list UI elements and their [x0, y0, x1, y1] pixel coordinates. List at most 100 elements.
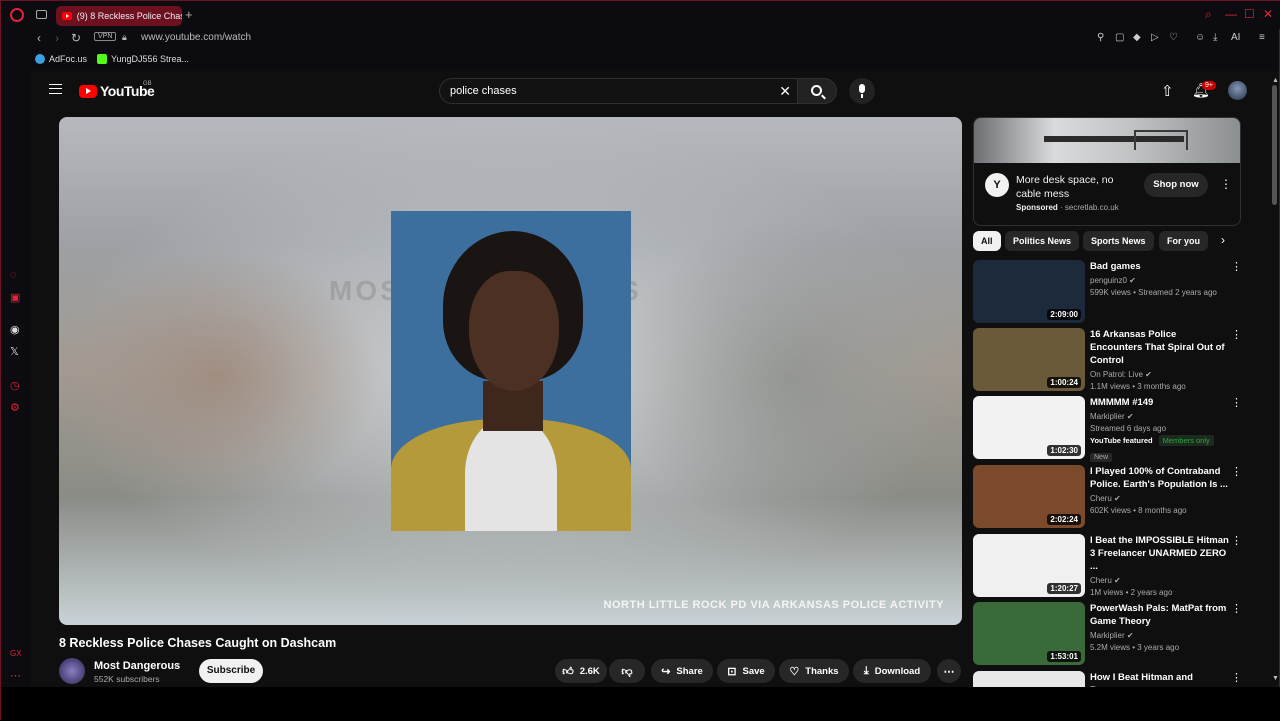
recommendation-title[interactable]: How I Beat Hitman and Became [1090, 671, 1230, 687]
secretlab-logo-icon: Y [985, 173, 1009, 197]
recommendation-thumbnail[interactable]: 1:53:01 [973, 602, 1085, 665]
crypto-wallet-icon[interactable]: ▣ [10, 291, 20, 304]
history-icon[interactable]: ◷ [10, 379, 20, 392]
heart-icon[interactable]: ♡ [1169, 32, 1178, 43]
new-tab-button[interactable]: + [185, 7, 193, 22]
gx-icon[interactable]: GX [10, 649, 22, 658]
scroll-thumb[interactable] [1272, 85, 1277, 205]
create-upload-icon[interactable]: ⇧ [1161, 82, 1174, 100]
recommendation-channel[interactable]: Markiplier ✔︎ [1090, 412, 1230, 421]
download-icon[interactable]: ⤓ [1213, 32, 1217, 43]
recommendation-thumbnail[interactable]: 2:02:24 [973, 465, 1085, 528]
minimize-button[interactable]: — [1225, 7, 1237, 21]
chip-for-you[interactable]: For you [1159, 231, 1208, 251]
more-options-icon[interactable]: ⋮ [1231, 602, 1242, 615]
dislike-button[interactable]: 👎︎ [609, 659, 645, 683]
recommendation-title[interactable]: Bad games [1090, 260, 1230, 273]
save-button[interactable]: ⊡ Save [717, 659, 775, 683]
recommendation-thumbnail[interactable]: 1:00:24 [973, 328, 1085, 391]
recommendation-thumbnail[interactable]: 1:20:27 [973, 534, 1085, 597]
recommendation-thumbnail[interactable]: 1:02:30 [973, 396, 1085, 459]
recommendation-item[interactable]: 1:53:01 PowerWash Pals: MatPat from Game … [973, 602, 1243, 666]
maximize-button[interactable]: ☐ [1244, 7, 1255, 21]
scroll-up-icon[interactable]: ▲ [1272, 77, 1279, 84]
ad-more-icon[interactable]: ⋮ [1220, 177, 1232, 191]
more-options-icon[interactable]: ⋮ [1231, 671, 1242, 684]
menu-icon[interactable]: ≡ [1259, 32, 1265, 43]
sponsored-ad[interactable]: Y More desk space, no cable mess Sponsor… [973, 117, 1241, 226]
recommendation-title[interactable]: MMMMM #149 [1090, 396, 1230, 409]
hamburger-menu-icon[interactable] [49, 84, 62, 94]
chevron-right-icon[interactable]: › [1221, 233, 1225, 247]
recommendation-channel[interactable]: penguinz0 ✔︎ [1090, 276, 1230, 285]
scroll-down-icon[interactable]: ▼ [1272, 675, 1279, 682]
more-options-icon[interactable]: ⋮ [1231, 328, 1242, 341]
bookmark-icon[interactable]: ⚲ [1097, 32, 1104, 43]
ai-button[interactable]: AI [1231, 32, 1240, 43]
recommendation-item[interactable]: 2:09:00 Bad games penguinz0 ✔︎ 599K views •… [973, 260, 1243, 324]
recommendation-title[interactable]: PowerWash Pals: MatPat from Game Theory [1090, 602, 1230, 628]
recommendation-item[interactable]: 1:00:24 16 Arkansas Police Encounters Tha… [973, 328, 1243, 392]
share-button[interactable]: ↪ Share [651, 659, 713, 683]
browser-tab-active[interactable]: (9) 8 Reckless Police Chas [56, 6, 182, 26]
channel-name[interactable]: Most Dangerous [94, 660, 180, 672]
bookmark-adfocus[interactable]: AdFoc.us [35, 54, 87, 64]
video-player[interactable]: MOST DANGEROUS NORTH LITTLE ROCK PD VIA … [59, 117, 962, 625]
recommendation-info: I Played 100% of Contraband Police. Eart… [1090, 465, 1230, 515]
reload-icon[interactable]: ↻ [71, 31, 81, 45]
url-field[interactable]: www.youtube.com/watch [141, 32, 251, 43]
forward-icon[interactable]: › [55, 31, 59, 45]
subscribe-button[interactable]: Subscribe [199, 659, 263, 683]
more-options-icon[interactable]: ⋮ [1231, 260, 1242, 273]
discord-icon[interactable]: ◉ [10, 323, 20, 336]
chip-sports-news[interactable]: Sports News [1083, 231, 1154, 251]
recommendation-item[interactable]: 1:20:27 I Beat the IMPOSSIBLE Hitman 3 Fr… [973, 534, 1243, 598]
search-input[interactable]: police chases ✕ [439, 78, 797, 104]
like-button[interactable]: 👍︎ 2.6K [555, 659, 607, 683]
settings-icon[interactable]: ⚙ [10, 401, 20, 414]
profile-icon[interactable]: ☺ [1195, 32, 1205, 43]
download-button[interactable]: ⤓ Download [853, 659, 931, 683]
more-options-icon[interactable]: ⋮ [1231, 534, 1242, 547]
bookmark-kick-stream[interactable]: YungDJ556 Strea... [97, 54, 189, 64]
tab-islands-icon[interactable] [36, 10, 47, 19]
recommendation-channel[interactable]: Cheru ✔︎ [1090, 576, 1230, 585]
more-actions-button[interactable]: ⋯ [937, 659, 961, 683]
recommendation-item[interactable]: How I Beat Hitman and Became⋮ [973, 671, 1243, 687]
chip-all[interactable]: All [973, 231, 1001, 251]
lock-icon[interactable]: 🔒︎ [122, 32, 127, 43]
search-button[interactable] [797, 78, 837, 104]
recommendation-title[interactable]: I Beat the IMPOSSIBLE Hitman 3 Freelance… [1090, 534, 1230, 573]
recommendation-title[interactable]: I Played 100% of Contraband Police. Eart… [1090, 465, 1230, 491]
clear-search-icon[interactable]: ✕ [779, 83, 791, 100]
channel-avatar[interactable] [59, 658, 85, 684]
close-window-button[interactable]: ✕ [1263, 7, 1273, 21]
recommendation-item[interactable]: 2:02:24 I Played 100% of Contraband Polic… [973, 465, 1243, 529]
vpn-badge[interactable]: VPN [94, 32, 117, 41]
shield-icon[interactable]: ◆ [1133, 32, 1141, 43]
video-duration: 1:02:30 [1047, 445, 1081, 456]
opera-logo-icon[interactable] [10, 8, 24, 22]
recommendation-thumbnail[interactable] [973, 671, 1085, 687]
recommendation-item[interactable]: 1:02:30 MMMMM #149 Markiplier ✔︎ Streamed 6… [973, 396, 1243, 462]
back-icon[interactable]: ‹ [37, 31, 41, 45]
recommendation-channel[interactable]: Cheru ✔︎ [1090, 494, 1230, 503]
recommendation-title[interactable]: 16 Arkansas Police Encounters That Spira… [1090, 328, 1230, 367]
chip-politics-news[interactable]: Politics News [1005, 231, 1080, 251]
recommendation-thumbnail[interactable]: 2:09:00 [973, 260, 1085, 323]
shop-now-button[interactable]: Shop now [1144, 173, 1208, 197]
more-options-icon[interactable]: ⋮ [1231, 396, 1242, 409]
recommendation-channel[interactable]: On Patrol: Live ✔︎ [1090, 370, 1230, 379]
recommendation-channel[interactable]: Markiplier ✔︎ [1090, 631, 1230, 640]
x-twitter-icon[interactable]: 𝕏 [10, 345, 19, 358]
voice-search-button[interactable] [849, 78, 875, 104]
aria-icon[interactable]: ◌ [10, 269, 17, 281]
search-tabs-icon[interactable]: ⌕ [1205, 7, 1212, 22]
account-avatar[interactable] [1228, 81, 1247, 100]
play-icon[interactable]: ▷ [1151, 32, 1159, 43]
youtube-logo[interactable]: YouTube GB [79, 81, 155, 99]
thanks-button[interactable]: ♡ Thanks [779, 659, 849, 683]
more-icon[interactable]: ⋯ [10, 669, 21, 682]
more-options-icon[interactable]: ⋮ [1231, 465, 1242, 478]
snapshot-icon[interactable]: ▢ [1115, 32, 1124, 43]
